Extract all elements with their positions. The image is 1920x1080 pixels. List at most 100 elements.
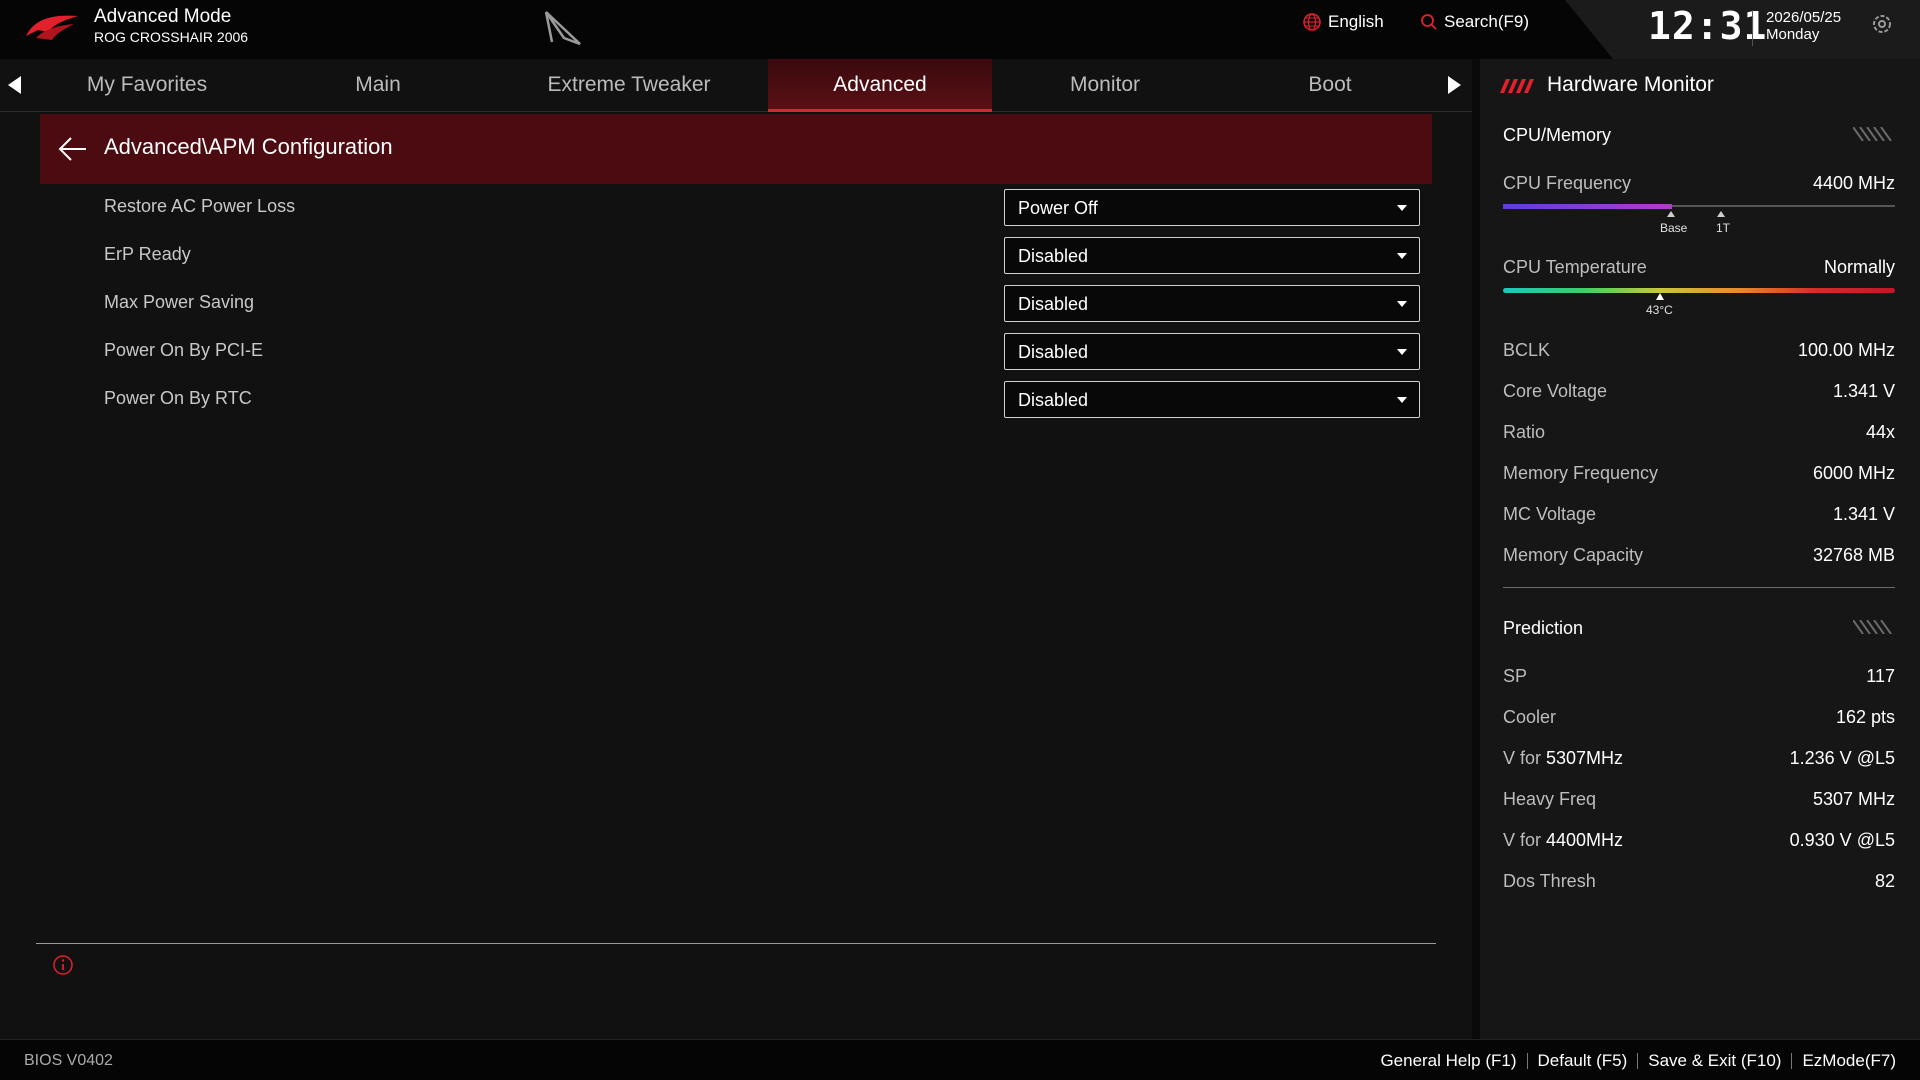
back-arrow-icon[interactable] — [58, 136, 88, 162]
top-bar: Advanced Mode ROG CROSSHAIR 2006 English… — [0, 0, 1920, 59]
ratio-label: Ratio — [1503, 422, 1546, 442]
voltage-for-4400-label: V for 4400MHz — [1503, 830, 1623, 851]
search-icon — [1421, 14, 1437, 30]
section-divider — [1503, 587, 1895, 588]
chevron-down-icon — [1397, 397, 1407, 403]
search-button[interactable]: Search(F9) — [1420, 12, 1529, 32]
bclk-value: 100.00 MHz — [1797, 340, 1895, 360]
language-selector[interactable]: English — [1302, 12, 1384, 32]
setting-row-erp-ready: ErP Ready Disabled — [104, 232, 1420, 280]
prediction-title: Prediction — [1503, 618, 1584, 638]
bios-version: BIOS V0402 — [24, 1052, 113, 1069]
memory-frequency-value: 6000 MHz — [1812, 463, 1895, 483]
cpu-frequency-fill — [1503, 204, 1672, 209]
setting-row-max-power-saving: Max Power Saving Disabled — [104, 280, 1420, 328]
cpu-memory-title: CPU/Memory — [1503, 125, 1612, 145]
footer-separator — [1791, 1053, 1793, 1069]
weekday: Monday — [1766, 26, 1820, 43]
one-t-marker-icon — [1717, 211, 1725, 217]
tab-extreme-tweaker[interactable]: Extreme Tweaker — [517, 59, 741, 112]
mode-info: Advanced Mode ROG CROSSHAIR 2006 — [94, 6, 248, 46]
setting-label: Power On By PCI-E — [104, 340, 264, 360]
dos-thresh-row: Dos Thresh 82 — [1503, 871, 1895, 895]
tab-boot[interactable]: Boot — [1218, 59, 1442, 112]
cpu-frequency-value: 4400 MHz — [1812, 173, 1895, 193]
sp-value: 117 — [1866, 666, 1895, 686]
setting-label: Restore AC Power Loss — [104, 196, 296, 216]
core-voltage-label: Core Voltage — [1503, 381, 1608, 401]
chevron-down-icon — [1397, 253, 1407, 259]
footer-bar: BIOS V0402 General Help (F1) Default (F5… — [0, 1039, 1920, 1080]
label-frequency: 5307MHz — [1546, 748, 1624, 768]
mc-voltage-label: MC Voltage — [1503, 504, 1597, 524]
mc-voltage-row: MC Voltage 1.341 V — [1503, 504, 1895, 528]
chevron-down-icon — [1397, 205, 1407, 211]
mc-voltage-value: 1.341 V — [1832, 504, 1895, 524]
tab-bar: My Favorites Main Extreme Tweaker Advanc… — [0, 59, 1472, 112]
tab-my-favorites[interactable]: My Favorites — [35, 59, 259, 112]
core-voltage-value: 1.341 V — [1832, 381, 1895, 401]
date-display: 2026/05/25 Monday — [1766, 9, 1841, 43]
sp-label: SP — [1503, 666, 1528, 686]
setting-row-power-on-by-rtc: Power On By RTC Disabled — [104, 376, 1420, 424]
heavy-freq-row: Heavy Freq 5307 MHz — [1503, 789, 1895, 813]
bclk-row: BCLK 100.00 MHz — [1503, 340, 1895, 364]
bclk-label: BCLK — [1503, 340, 1551, 360]
base-marker-label: Base — [1660, 221, 1688, 235]
info-icon — [53, 955, 73, 975]
help-divider — [36, 943, 1436, 944]
tab-scroll-left-icon[interactable] — [8, 76, 21, 94]
memory-capacity-row: Memory Capacity 32768 MB — [1503, 545, 1895, 569]
chevron-down-icon — [1397, 301, 1407, 307]
select-value: Disabled — [1018, 342, 1089, 362]
panel-separator — [1472, 59, 1480, 1039]
mode-title: Advanced Mode — [94, 6, 232, 27]
breadcrumb: Advanced\APM Configuration — [104, 134, 393, 159]
cpu-temperature-value: Normally — [1823, 257, 1895, 277]
cpu-frequency-label: CPU Frequency — [1503, 173, 1632, 193]
general-help-button[interactable]: General Help (F1) — [1380, 1051, 1516, 1071]
default-button[interactable]: Default (F5) — [1538, 1051, 1628, 1071]
cpu-temperature-row: CPU Temperature Normally — [1503, 257, 1895, 281]
footer-actions: General Help (F1) Default (F5) Save & Ex… — [1380, 1051, 1896, 1071]
hardware-monitor-title: Hardware Monitor — [1547, 73, 1714, 96]
dos-thresh-value: 82 — [1874, 871, 1895, 891]
cpu-temperature-bar — [1503, 288, 1895, 293]
tab-advanced[interactable]: Advanced — [768, 59, 992, 112]
voltage-for-4400-row: V for 4400MHz 0.930 V @L5 — [1503, 830, 1895, 854]
select-value: Power Off — [1018, 198, 1098, 218]
label-prefix: V for — [1503, 830, 1547, 850]
hatch-icon — [1853, 620, 1892, 634]
cooler-value: 162 pts — [1835, 707, 1895, 727]
tab-monitor[interactable]: Monitor — [993, 59, 1217, 112]
restore-ac-power-loss-select[interactable]: Power Off — [1004, 189, 1420, 226]
select-value: Disabled — [1018, 294, 1089, 314]
setting-label: ErP Ready — [104, 244, 191, 264]
save-exit-button[interactable]: Save & Exit (F10) — [1648, 1051, 1781, 1071]
dos-thresh-label: Dos Thresh — [1503, 871, 1596, 891]
ratio-row: Ratio 44x — [1503, 422, 1895, 446]
ezmode-button[interactable]: EzMode(F7) — [1802, 1051, 1896, 1071]
clock: 12:31 — [1648, 4, 1768, 48]
tab-main[interactable]: Main — [266, 59, 490, 112]
erp-ready-select[interactable]: Disabled — [1004, 237, 1420, 274]
power-on-by-pcie-select[interactable]: Disabled — [1004, 333, 1420, 370]
cooler-row: Cooler 162 pts — [1503, 707, 1895, 731]
cpu-frequency-row: CPU Frequency 4400 MHz — [1503, 173, 1895, 197]
footer-separator — [1637, 1053, 1639, 1069]
power-on-by-rtc-select[interactable]: Disabled — [1004, 381, 1420, 418]
memory-capacity-value: 32768 MB — [1812, 545, 1895, 565]
settings-icon[interactable] — [1870, 12, 1894, 36]
label-frequency: 4400MHz — [1546, 830, 1624, 850]
cpu-temperature-label: CPU Temperature — [1503, 257, 1647, 277]
core-voltage-row: Core Voltage 1.341 V — [1503, 381, 1895, 405]
voltage-for-5307-row: V for 5307MHz 1.236 V @L5 — [1503, 748, 1895, 772]
setting-label: Power On By RTC — [104, 388, 252, 408]
max-power-saving-select[interactable]: Disabled — [1004, 285, 1420, 322]
breadcrumb-bar: Advanced\APM Configuration — [40, 114, 1432, 184]
temperature-marker-icon — [1656, 293, 1664, 300]
tuf-emblem-icon — [544, 11, 581, 46]
memory-frequency-row: Memory Frequency 6000 MHz — [1503, 463, 1895, 487]
setting-label: Max Power Saving — [104, 292, 255, 312]
tab-scroll-right-icon[interactable] — [1448, 76, 1461, 94]
